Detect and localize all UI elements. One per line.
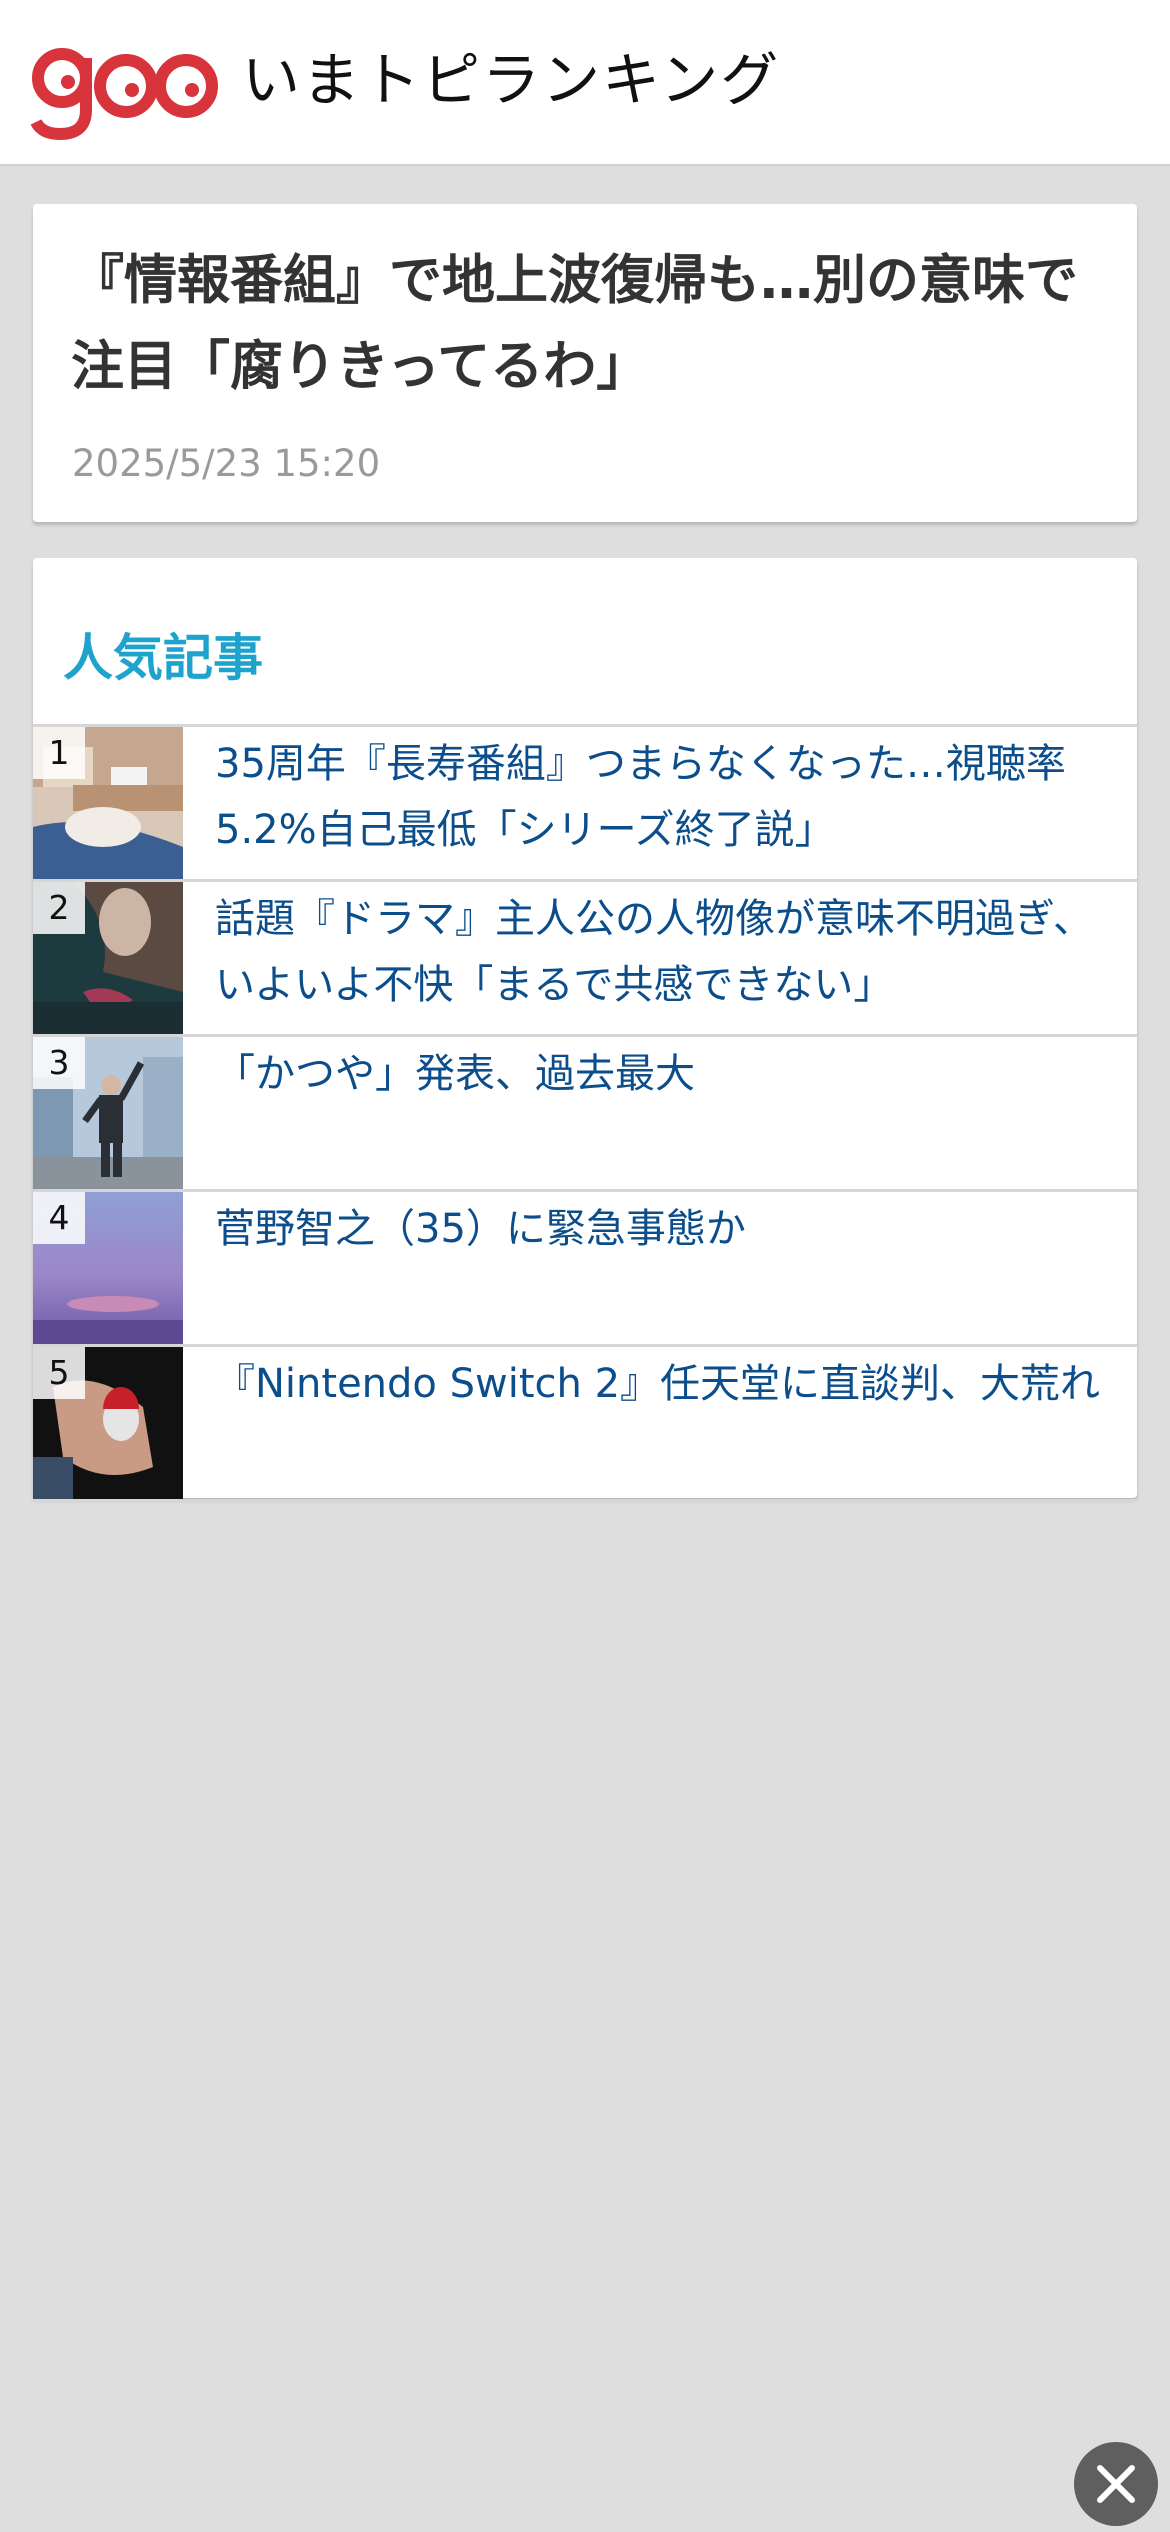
- ranking-item-5[interactable]: 5 『Nintendo Switch 2』任天堂に直談判、大荒れ: [33, 1344, 1137, 1502]
- ranking-item-3[interactable]: 3 「かつや」発表、過去最大: [33, 1034, 1137, 1189]
- goo-logo[interactable]: [28, 32, 218, 142]
- ranking-number: 3: [33, 1037, 85, 1089]
- ranking-title: 「かつや」発表、過去最大: [215, 1051, 695, 1097]
- popular-articles-card: 人気記事 1 35周年『長寿番組』つまらなくなった…視聴率5.2%自己最低「シリ…: [33, 558, 1137, 1502]
- ranking-item-2[interactable]: 2 話題『ドラマ』主人公の人物像が意味不明過ぎ、いよいよ不快「まるで共感できない…: [33, 879, 1137, 1034]
- app-header: いまトピランキング: [0, 0, 1170, 166]
- ranking-title: 35周年『長寿番組』つまらなくなった…視聴率5.2%自己最低「シリーズ終了説」: [215, 741, 1066, 853]
- article-card: 『情報番組』で地上波復帰も…別の意味で注目「腐りきってるわ」 2025/5/23…: [33, 204, 1137, 522]
- close-icon: [1097, 2465, 1135, 2503]
- ranking-title: 話題『ドラマ』主人公の人物像が意味不明過ぎ、いよいよ不快「まるで共感できない」: [215, 896, 1093, 1008]
- ranking-title: 『Nintendo Switch 2』任天堂に直談判、大荒れ: [215, 1361, 1101, 1407]
- ranking-item-4[interactable]: 4 菅野智之（35）に緊急事態か: [33, 1189, 1137, 1344]
- ranking-title: 菅野智之（35）に緊急事態か: [215, 1206, 746, 1252]
- article-date: 2025/5/23 15:20: [72, 442, 381, 485]
- ranking-item-1[interactable]: 1 35周年『長寿番組』つまらなくなった…視聴率5.2%自己最低「シリーズ終了説…: [33, 724, 1137, 879]
- ranking-number: 2: [33, 882, 85, 934]
- article-title: 『情報番組』で地上波復帰も…別の意味で注目「腐りきってるわ」: [71, 250, 1078, 397]
- ranking-list: 1 35周年『長寿番組』つまらなくなった…視聴率5.2%自己最低「シリーズ終了説…: [33, 724, 1137, 1502]
- ranking-number: 5: [33, 1347, 85, 1399]
- ranking-number: 1: [33, 727, 85, 779]
- ranking-number: 4: [33, 1192, 85, 1244]
- close-button[interactable]: [1074, 2442, 1158, 2526]
- header-title: いまトピランキング: [242, 46, 781, 114]
- popular-articles-heading: 人気記事: [63, 629, 263, 687]
